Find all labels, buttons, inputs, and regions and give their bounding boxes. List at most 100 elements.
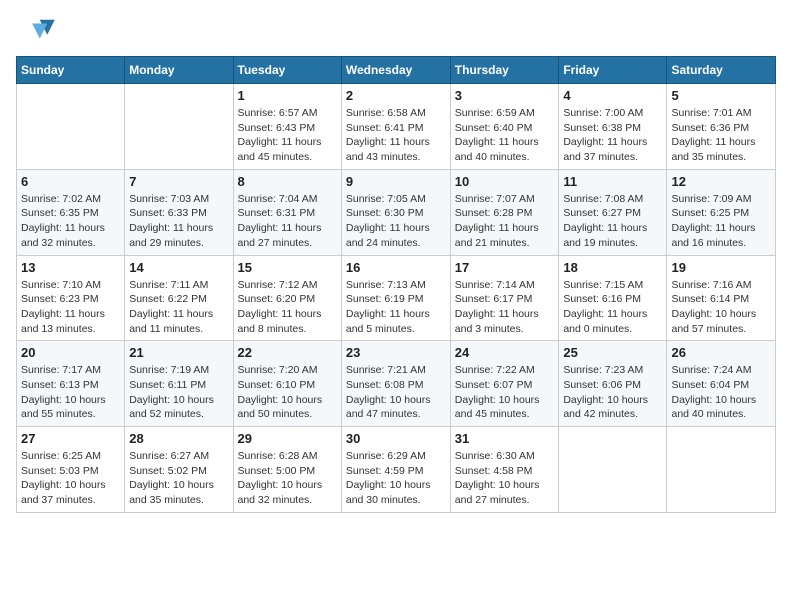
logo-icon <box>16 16 56 46</box>
day-info: Sunrise: 7:01 AMSunset: 6:36 PMDaylight:… <box>671 106 771 165</box>
day-number: 28 <box>129 431 228 446</box>
day-number: 23 <box>346 345 446 360</box>
day-number: 9 <box>346 174 446 189</box>
day-info: Sunrise: 7:16 AMSunset: 6:14 PMDaylight:… <box>671 278 771 337</box>
day-info: Sunrise: 6:57 AMSunset: 6:43 PMDaylight:… <box>238 106 337 165</box>
calendar-cell: 8 Sunrise: 7:04 AMSunset: 6:31 PMDaylight… <box>233 169 341 255</box>
calendar-cell: 24 Sunrise: 7:22 AMSunset: 6:07 PMDayligh… <box>450 341 559 427</box>
header-thursday: Thursday <box>450 57 559 84</box>
day-info: Sunrise: 7:19 AMSunset: 6:11 PMDaylight:… <box>129 363 228 422</box>
day-info: Sunrise: 7:14 AMSunset: 6:17 PMDaylight:… <box>455 278 555 337</box>
day-number: 31 <box>455 431 555 446</box>
day-number: 19 <box>671 260 771 275</box>
calendar: SundayMondayTuesdayWednesdayThursdayFrid… <box>16 56 776 513</box>
calendar-cell: 19 Sunrise: 7:16 AMSunset: 6:14 PMDayligh… <box>667 255 776 341</box>
day-number: 29 <box>238 431 337 446</box>
day-number: 30 <box>346 431 446 446</box>
calendar-cell: 6 Sunrise: 7:02 AMSunset: 6:35 PMDaylight… <box>17 169 125 255</box>
calendar-cell <box>559 427 667 513</box>
calendar-cell: 15 Sunrise: 7:12 AMSunset: 6:20 PMDayligh… <box>233 255 341 341</box>
calendar-cell: 13 Sunrise: 7:10 AMSunset: 6:23 PMDayligh… <box>17 255 125 341</box>
calendar-cell: 11 Sunrise: 7:08 AMSunset: 6:27 PMDayligh… <box>559 169 667 255</box>
calendar-cell: 9 Sunrise: 7:05 AMSunset: 6:30 PMDaylight… <box>341 169 450 255</box>
header-friday: Friday <box>559 57 667 84</box>
calendar-cell: 17 Sunrise: 7:14 AMSunset: 6:17 PMDayligh… <box>450 255 559 341</box>
day-number: 18 <box>563 260 662 275</box>
header-sunday: Sunday <box>17 57 125 84</box>
header-wednesday: Wednesday <box>341 57 450 84</box>
day-info: Sunrise: 7:00 AMSunset: 6:38 PMDaylight:… <box>563 106 662 165</box>
calendar-cell: 26 Sunrise: 7:24 AMSunset: 6:04 PMDayligh… <box>667 341 776 427</box>
day-info: Sunrise: 7:24 AMSunset: 6:04 PMDaylight:… <box>671 363 771 422</box>
header-monday: Monday <box>125 57 233 84</box>
day-info: Sunrise: 6:25 AMSunset: 5:03 PMDaylight:… <box>21 449 120 508</box>
day-number: 15 <box>238 260 337 275</box>
day-info: Sunrise: 7:03 AMSunset: 6:33 PMDaylight:… <box>129 192 228 251</box>
day-info: Sunrise: 6:28 AMSunset: 5:00 PMDaylight:… <box>238 449 337 508</box>
day-number: 21 <box>129 345 228 360</box>
day-info: Sunrise: 7:10 AMSunset: 6:23 PMDaylight:… <box>21 278 120 337</box>
day-info: Sunrise: 6:27 AMSunset: 5:02 PMDaylight:… <box>129 449 228 508</box>
day-number: 6 <box>21 174 120 189</box>
calendar-cell: 22 Sunrise: 7:20 AMSunset: 6:10 PMDayligh… <box>233 341 341 427</box>
day-info: Sunrise: 7:23 AMSunset: 6:06 PMDaylight:… <box>563 363 662 422</box>
day-info: Sunrise: 7:15 AMSunset: 6:16 PMDaylight:… <box>563 278 662 337</box>
day-info: Sunrise: 6:30 AMSunset: 4:58 PMDaylight:… <box>455 449 555 508</box>
calendar-cell: 28 Sunrise: 6:27 AMSunset: 5:02 PMDayligh… <box>125 427 233 513</box>
calendar-cell: 21 Sunrise: 7:19 AMSunset: 6:11 PMDayligh… <box>125 341 233 427</box>
day-info: Sunrise: 7:05 AMSunset: 6:30 PMDaylight:… <box>346 192 446 251</box>
page-header <box>16 16 776 46</box>
calendar-cell: 30 Sunrise: 6:29 AMSunset: 4:59 PMDayligh… <box>341 427 450 513</box>
day-number: 4 <box>563 88 662 103</box>
day-number: 2 <box>346 88 446 103</box>
calendar-cell: 27Sunrise: 6:25 AMSunset: 5:03 PMDayligh… <box>17 427 125 513</box>
day-number: 17 <box>455 260 555 275</box>
day-number: 12 <box>671 174 771 189</box>
day-number: 11 <box>563 174 662 189</box>
day-number: 10 <box>455 174 555 189</box>
day-number: 8 <box>238 174 337 189</box>
calendar-cell: 12 Sunrise: 7:09 AMSunset: 6:25 PMDayligh… <box>667 169 776 255</box>
calendar-cell <box>17 84 125 170</box>
calendar-cell: 18 Sunrise: 7:15 AMSunset: 6:16 PMDayligh… <box>559 255 667 341</box>
calendar-week-4: 20Sunrise: 7:17 AMSunset: 6:13 PMDayligh… <box>17 341 776 427</box>
calendar-cell: 7 Sunrise: 7:03 AMSunset: 6:33 PMDaylight… <box>125 169 233 255</box>
calendar-cell <box>667 427 776 513</box>
day-number: 5 <box>671 88 771 103</box>
calendar-cell: 20Sunrise: 7:17 AMSunset: 6:13 PMDayligh… <box>17 341 125 427</box>
day-number: 3 <box>455 88 555 103</box>
calendar-cell: 31 Sunrise: 6:30 AMSunset: 4:58 PMDayligh… <box>450 427 559 513</box>
calendar-cell: 29 Sunrise: 6:28 AMSunset: 5:00 PMDayligh… <box>233 427 341 513</box>
day-info: Sunrise: 6:58 AMSunset: 6:41 PMDaylight:… <box>346 106 446 165</box>
calendar-cell: 10 Sunrise: 7:07 AMSunset: 6:28 PMDayligh… <box>450 169 559 255</box>
calendar-cell: 16Sunrise: 7:13 AMSunset: 6:19 PMDayligh… <box>341 255 450 341</box>
calendar-header-row: SundayMondayTuesdayWednesdayThursdayFrid… <box>17 57 776 84</box>
calendar-cell <box>125 84 233 170</box>
day-number: 13 <box>21 260 120 275</box>
day-info: Sunrise: 7:20 AMSunset: 6:10 PMDaylight:… <box>238 363 337 422</box>
day-info: Sunrise: 7:04 AMSunset: 6:31 PMDaylight:… <box>238 192 337 251</box>
day-info: Sunrise: 7:22 AMSunset: 6:07 PMDaylight:… <box>455 363 555 422</box>
day-number: 25 <box>563 345 662 360</box>
day-info: Sunrise: 6:29 AMSunset: 4:59 PMDaylight:… <box>346 449 446 508</box>
day-info: Sunrise: 7:08 AMSunset: 6:27 PMDaylight:… <box>563 192 662 251</box>
calendar-week-2: 6 Sunrise: 7:02 AMSunset: 6:35 PMDaylight… <box>17 169 776 255</box>
calendar-cell: 14Sunrise: 7:11 AMSunset: 6:22 PMDayligh… <box>125 255 233 341</box>
day-number: 22 <box>238 345 337 360</box>
day-info: Sunrise: 7:09 AMSunset: 6:25 PMDaylight:… <box>671 192 771 251</box>
header-tuesday: Tuesday <box>233 57 341 84</box>
day-info: Sunrise: 7:07 AMSunset: 6:28 PMDaylight:… <box>455 192 555 251</box>
day-number: 24 <box>455 345 555 360</box>
day-number: 26 <box>671 345 771 360</box>
day-number: 7 <box>129 174 228 189</box>
calendar-cell: 5 Sunrise: 7:01 AMSunset: 6:36 PMDaylight… <box>667 84 776 170</box>
calendar-cell: 2 Sunrise: 6:58 AMSunset: 6:41 PMDaylight… <box>341 84 450 170</box>
calendar-cell: 4 Sunrise: 7:00 AMSunset: 6:38 PMDaylight… <box>559 84 667 170</box>
day-number: 14 <box>129 260 228 275</box>
day-info: Sunrise: 7:21 AMSunset: 6:08 PMDaylight:… <box>346 363 446 422</box>
day-info: Sunrise: 7:12 AMSunset: 6:20 PMDaylight:… <box>238 278 337 337</box>
day-info: Sunrise: 7:02 AMSunset: 6:35 PMDaylight:… <box>21 192 120 251</box>
day-info: Sunrise: 6:59 AMSunset: 6:40 PMDaylight:… <box>455 106 555 165</box>
day-number: 20 <box>21 345 120 360</box>
calendar-cell: 1Sunrise: 6:57 AMSunset: 6:43 PMDaylight… <box>233 84 341 170</box>
